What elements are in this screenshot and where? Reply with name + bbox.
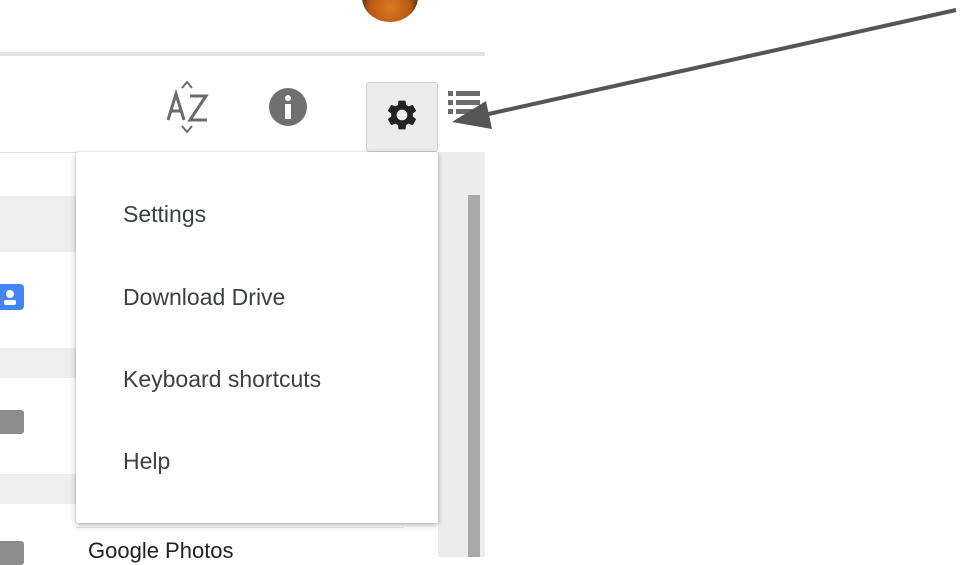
annotation-arrow <box>452 8 957 129</box>
